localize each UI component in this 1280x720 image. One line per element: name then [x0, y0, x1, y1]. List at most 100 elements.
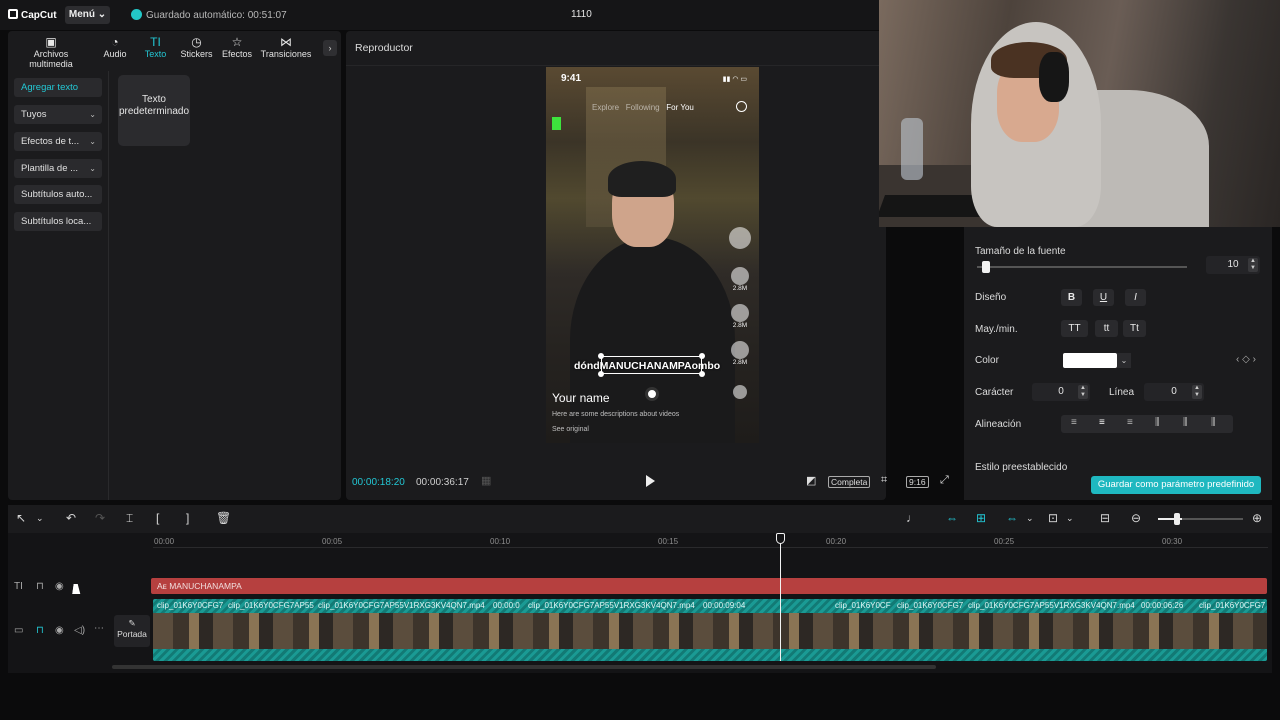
keyframe-icon[interactable]: ‹ ◇ › — [1236, 354, 1256, 365]
line-spacing-input[interactable]: 0 ▲ ▼ — [1144, 383, 1204, 401]
bold-button[interactable]: B — [1061, 289, 1082, 306]
char-spacing-input[interactable]: 0 ▲ ▼ — [1032, 383, 1090, 401]
more-icon[interactable]: ⋯ — [94, 623, 104, 634]
video-description: Here are some descriptions about videos — [552, 411, 680, 418]
webcam-overlay — [879, 0, 1280, 227]
align-top-icon[interactable]: ⫼ — [1155, 417, 1160, 428]
timeline-scrollbar[interactable] — [112, 665, 936, 669]
video-person-beanie — [608, 161, 676, 197]
eye-icon[interactable]: ◉ — [55, 625, 64, 636]
undo-icon[interactable]: ↶ — [66, 511, 76, 525]
resize-handle[interactable] — [699, 353, 705, 359]
player-panel: Reproductor 9:41 ▮▮ ◠ ▭ Explore Followin… — [346, 31, 949, 500]
chevron-down-icon[interactable]: ⌄ — [1117, 353, 1131, 368]
magnet-icon[interactable]: ⊞ — [976, 511, 986, 525]
video-clock: 9:41 — [561, 73, 582, 84]
default-text-card[interactable]: Texto predeterminado — [118, 75, 190, 146]
zoom-out-icon[interactable]: ⊖ — [1131, 511, 1141, 525]
video-preview[interactable]: 9:41 ▮▮ ◠ ▭ Explore Following For You 2.… — [546, 67, 759, 443]
eye-icon[interactable]: ◉ — [55, 581, 64, 592]
divider — [346, 65, 886, 66]
tab-text[interactable]: TI Texto — [141, 35, 170, 59]
playhead-handle[interactable] — [776, 533, 785, 544]
zoom-slider-knob[interactable] — [1174, 513, 1180, 525]
tab-effects[interactable]: ☆ Efectos — [220, 35, 254, 59]
zoom-in-icon[interactable]: ⊕ — [1252, 511, 1262, 525]
play-button[interactable] — [646, 475, 655, 487]
chevron-down-icon[interactable]: ⌄ — [36, 513, 44, 524]
volume-icon[interactable]: ◁) — [74, 625, 85, 636]
align-right-icon[interactable]: ≡ — [1127, 417, 1133, 428]
ratio-button[interactable]: Completa — [828, 476, 871, 488]
lock-icon[interactable]: ⊓ — [36, 625, 44, 636]
preview-axis-icon[interactable]: ⊡ — [1048, 511, 1058, 525]
align-middle-icon[interactable]: ⫼ — [1183, 417, 1188, 428]
audio-icon: ◔ — [111, 35, 119, 49]
timecode-icon[interactable]: ▦ — [481, 474, 491, 487]
stepper-icon[interactable]: ▲ ▼ — [1078, 385, 1088, 399]
text-clip[interactable]: Aᴇ MANUCHANAMPA — [151, 578, 1267, 594]
split-icon[interactable]: ⌶ — [126, 511, 133, 526]
stepper-icon[interactable]: ▲ ▼ — [1248, 258, 1258, 272]
sidebar-item-local-captions[interactable]: Subtítulos loca... — [14, 212, 102, 231]
trim-right-icon[interactable]: ] — [186, 511, 189, 525]
sidebar-item-templates[interactable]: Plantilla de ... ⌄ — [14, 159, 102, 178]
cover-button[interactable]: ✎ Portada — [114, 615, 150, 647]
save-preset-button[interactable]: Guardar como parámetro predefinido — [1091, 476, 1261, 494]
trim-left-icon[interactable]: [ — [156, 511, 159, 525]
tab-media[interactable]: ▣ Archivos multimedia — [11, 35, 91, 69]
crop-icon[interactable]: ◩ — [806, 474, 816, 487]
sidebar-item-add-text[interactable]: Agregar texto — [14, 78, 102, 97]
text-selection-box[interactable] — [601, 356, 702, 374]
timeline[interactable]: 00:00 00:05 00:10 00:15 00:20 00:25 00:3… — [8, 533, 1272, 673]
menu-button[interactable]: Menú ⌄ — [65, 6, 110, 24]
screen-icon[interactable]: ⊟ — [1100, 511, 1110, 525]
project-title[interactable]: 1110 — [571, 9, 592, 20]
sidebar-item-text-effects[interactable]: Efectos de t... ⌄ — [14, 132, 102, 151]
rotate-handle-icon[interactable] — [645, 387, 659, 401]
tab-transitions[interactable]: ⋈ Transiciones — [259, 35, 313, 59]
sidebar-item-auto-captions[interactable]: Subtítulos auto... — [14, 185, 102, 204]
select-tool-icon[interactable]: ↖ — [16, 511, 26, 525]
fullscreen-icon[interactable]: ⤢ — [940, 474, 949, 487]
delete-icon[interactable]: 🗑 — [216, 511, 231, 525]
align-left-icon[interactable]: ≡ — [1071, 417, 1077, 428]
focus-icon[interactable]: ⌗ — [881, 474, 887, 487]
align-bottom-icon[interactable]: ⫼ — [1211, 417, 1216, 428]
resize-handle[interactable] — [699, 371, 705, 377]
stepper-icon[interactable]: ▲ ▼ — [1192, 385, 1202, 399]
uppercase-button[interactable]: TT — [1061, 320, 1088, 337]
resize-handle[interactable] — [598, 353, 604, 359]
chevron-down-icon[interactable]: ⌄ — [1026, 513, 1034, 524]
font-size-input[interactable]: 10 ▲ ▼ — [1206, 256, 1260, 274]
link-icon[interactable]: ⇔ — [1006, 511, 1018, 525]
tabs-more-button[interactable]: › — [323, 40, 337, 56]
microphone-icon[interactable]: ♩ — [906, 511, 918, 525]
clip-label: 00:00:06:26 — [1141, 601, 1184, 610]
video-clip[interactable]: clip_01K6Y0CFG7 clip_01K6Y0CFG7AP55 clip… — [153, 599, 1267, 661]
chevron-down-icon[interactable]: ⌄ — [1066, 513, 1074, 524]
align-center-icon[interactable]: ≡ — [1099, 417, 1105, 428]
link-main-track-icon[interactable]: ⇔ — [946, 511, 958, 525]
titlecase-button[interactable]: Tt — [1123, 320, 1146, 337]
redo-icon[interactable]: ↷ — [95, 511, 105, 525]
italic-button[interactable]: I — [1125, 289, 1146, 306]
playhead[interactable] — [780, 533, 781, 661]
media-icon: ▣ — [45, 35, 57, 49]
video-thumbnails — [153, 613, 1267, 649]
aspect-ratio-button[interactable]: 9:16 — [906, 476, 929, 488]
edit-icon: ✎ — [128, 618, 136, 628]
resize-handle[interactable] — [598, 371, 604, 377]
lock-icon[interactable]: ⊓ — [36, 581, 44, 592]
sidebar-item-yours[interactable]: Tuyos ⌄ — [14, 105, 102, 124]
underline-button[interactable]: U — [1093, 289, 1114, 306]
font-size-slider-knob[interactable] — [982, 261, 991, 273]
color-swatch[interactable] — [1063, 353, 1117, 368]
font-size-slider[interactable] — [977, 266, 1187, 268]
tab-audio[interactable]: ◔ Audio — [100, 35, 130, 59]
color-label: Color — [975, 355, 999, 366]
lowercase-button[interactable]: tt — [1095, 320, 1118, 337]
panel-tabs: ▣ Archivos multimedia ◔ Audio TI Texto ◷ Sti… — [8, 31, 341, 69]
autosave-text: Guardado automático: 00:51:07 — [146, 10, 287, 21]
tab-stickers[interactable]: ◷ Stickers — [178, 35, 215, 59]
